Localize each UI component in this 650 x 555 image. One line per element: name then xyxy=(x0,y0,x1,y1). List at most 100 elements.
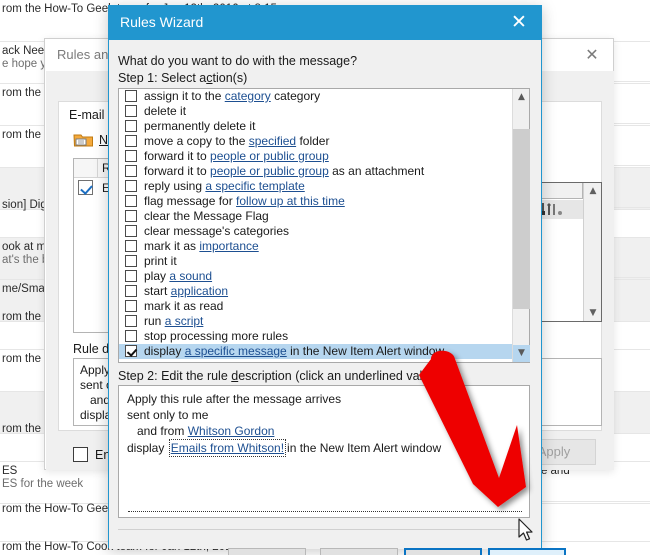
back-button[interactable]: < Back xyxy=(320,548,398,555)
rule-enabled-checkbox[interactable] xyxy=(78,180,93,195)
action-value-link[interactable]: a script xyxy=(165,314,204,328)
action-label: clear message's categories xyxy=(144,224,290,238)
finish-button[interactable]: Finish xyxy=(488,548,566,555)
tools-list-header xyxy=(537,183,583,199)
action-value-link[interactable]: people or public group xyxy=(210,149,329,163)
action-label: flag message for xyxy=(144,194,237,208)
wizard-question: What do you want to do with the message? xyxy=(118,54,358,68)
action-list-item[interactable]: clear the Message Flag xyxy=(119,209,513,224)
action-checkbox[interactable] xyxy=(125,195,137,207)
action-list-item[interactable]: reply using a specific template xyxy=(119,179,513,194)
action-value-link[interactable]: importance xyxy=(199,239,258,253)
action-list-item[interactable]: mark it as read xyxy=(119,299,513,314)
mouse-cursor xyxy=(518,518,536,544)
action-checkbox[interactable] xyxy=(125,315,137,327)
action-label: display xyxy=(144,344,185,358)
tools-list-scrollbar[interactable]: ▲ ▼ xyxy=(583,183,601,321)
rules-table-header-checkbox-col xyxy=(74,159,98,177)
action-label-suffix: as an attachment xyxy=(328,164,425,178)
action-label: run xyxy=(144,314,165,328)
action-label: permanently delete it xyxy=(144,119,256,133)
action-checkbox[interactable] xyxy=(125,300,137,312)
action-checkbox[interactable] xyxy=(125,105,137,117)
action-list-item[interactable]: start application xyxy=(119,284,513,299)
action-label: move a copy to the xyxy=(144,134,249,148)
description-line-3-prefix: and from xyxy=(137,424,188,438)
chevron-up-icon[interactable]: ▲ xyxy=(513,89,530,106)
action-list-item[interactable]: print it xyxy=(119,254,513,269)
new-rule-folder-icon xyxy=(73,132,94,148)
action-label: forward it to xyxy=(144,149,211,163)
action-checkbox[interactable] xyxy=(125,330,137,342)
action-list-item[interactable]: move a copy to the specified folder xyxy=(119,134,513,149)
action-label: forward it to xyxy=(144,164,211,178)
action-value-link[interactable]: people or public group xyxy=(210,164,329,178)
action-checkbox[interactable] xyxy=(125,240,137,252)
action-list-item[interactable]: play a sound xyxy=(119,269,513,284)
close-icon[interactable]: ✕ xyxy=(581,45,603,65)
action-label: start xyxy=(144,284,171,298)
specific-message-link[interactable]: Emails from Whitson! xyxy=(168,439,287,457)
enable-rules-checkbox[interactable] xyxy=(73,447,88,462)
action-value-link[interactable]: a specific template xyxy=(205,179,304,193)
action-value-link[interactable]: a specific message xyxy=(185,344,287,358)
action-value-link[interactable]: follow up at this time xyxy=(236,194,345,208)
action-value-link[interactable]: category xyxy=(225,89,271,103)
action-checkbox[interactable] xyxy=(125,345,137,357)
action-checkbox[interactable] xyxy=(125,210,137,222)
action-label: mark it as xyxy=(144,239,200,253)
action-label-suffix: folder xyxy=(296,134,330,148)
action-label-suffix: category xyxy=(270,89,321,103)
action-list-item[interactable]: assign it to the category category xyxy=(119,89,513,104)
rules-wizard-title: Rules Wizard xyxy=(120,14,204,30)
action-checkbox[interactable] xyxy=(125,255,137,267)
action-checkbox[interactable] xyxy=(125,270,137,282)
actions-listbox[interactable]: assign it to the category category delete… xyxy=(118,88,530,363)
button-separator xyxy=(118,529,530,530)
action-checkbox[interactable] xyxy=(125,120,137,132)
description-line-4-prefix: display xyxy=(127,441,168,455)
action-label: stop processing more rules xyxy=(144,329,289,343)
step2-label: Step 2: Edit the rule description (click… xyxy=(118,369,441,383)
action-label: delete it xyxy=(144,104,187,118)
action-checkbox[interactable] xyxy=(125,90,137,102)
action-checkbox[interactable] xyxy=(125,285,137,297)
side-panel-box xyxy=(536,358,602,426)
from-person-link[interactable]: Whitson Gordon xyxy=(188,424,275,438)
action-checkbox[interactable] xyxy=(125,180,137,192)
screen: rom the How-To Geek team for Jan 12th, 2… xyxy=(0,0,650,555)
action-value-link[interactable]: application xyxy=(171,284,228,298)
rules-wizard-titlebar: Rules Wizard ✕ xyxy=(109,6,541,40)
action-label: clear the Message Flag xyxy=(144,209,269,223)
scrollbar-thumb[interactable] xyxy=(513,129,530,309)
actions-scrollbar[interactable]: ▲ ▼ xyxy=(512,89,530,362)
action-list-item[interactable]: permanently delete it xyxy=(119,119,513,134)
action-list-item[interactable]: forward it to people or public group as … xyxy=(119,164,513,179)
action-checkbox[interactable] xyxy=(125,225,137,237)
action-label: print it xyxy=(144,254,177,268)
action-checkbox[interactable] xyxy=(125,150,137,162)
action-checkbox[interactable] xyxy=(125,135,137,147)
action-label: assign it to the xyxy=(144,89,225,103)
chevron-up-icon[interactable]: ▲ xyxy=(584,183,602,199)
actions-list[interactable]: assign it to the category category delete… xyxy=(119,89,513,362)
action-list-item[interactable]: run a script xyxy=(119,314,513,329)
action-list-item[interactable]: mark it as importance xyxy=(119,239,513,254)
chevron-down-icon[interactable]: ▼ xyxy=(584,305,602,321)
action-list-item[interactable]: flag message for follow up at this time xyxy=(119,194,513,209)
action-list-item[interactable]: delete it xyxy=(119,104,513,119)
cancel-button[interactable]: Cancel xyxy=(228,548,306,555)
red-pointer-arrow xyxy=(395,345,545,520)
action-list-item[interactable]: clear message's categories xyxy=(119,224,513,239)
tools-list[interactable]: ▲ ▼ xyxy=(536,182,602,322)
action-list-item[interactable]: stop processing more rules xyxy=(119,329,513,344)
next-button[interactable]: Next > xyxy=(404,548,482,555)
action-value-link[interactable]: specified xyxy=(249,134,296,148)
action-value-link[interactable]: a sound xyxy=(169,269,212,283)
action-label: play xyxy=(144,269,170,283)
close-icon[interactable]: ✕ xyxy=(505,11,533,35)
action-checkbox[interactable] xyxy=(125,165,137,177)
step1-label: Step 1: Select action(s) xyxy=(118,71,248,85)
action-list-item[interactable]: forward it to people or public group xyxy=(119,149,513,164)
tools-icon[interactable] xyxy=(537,200,583,219)
